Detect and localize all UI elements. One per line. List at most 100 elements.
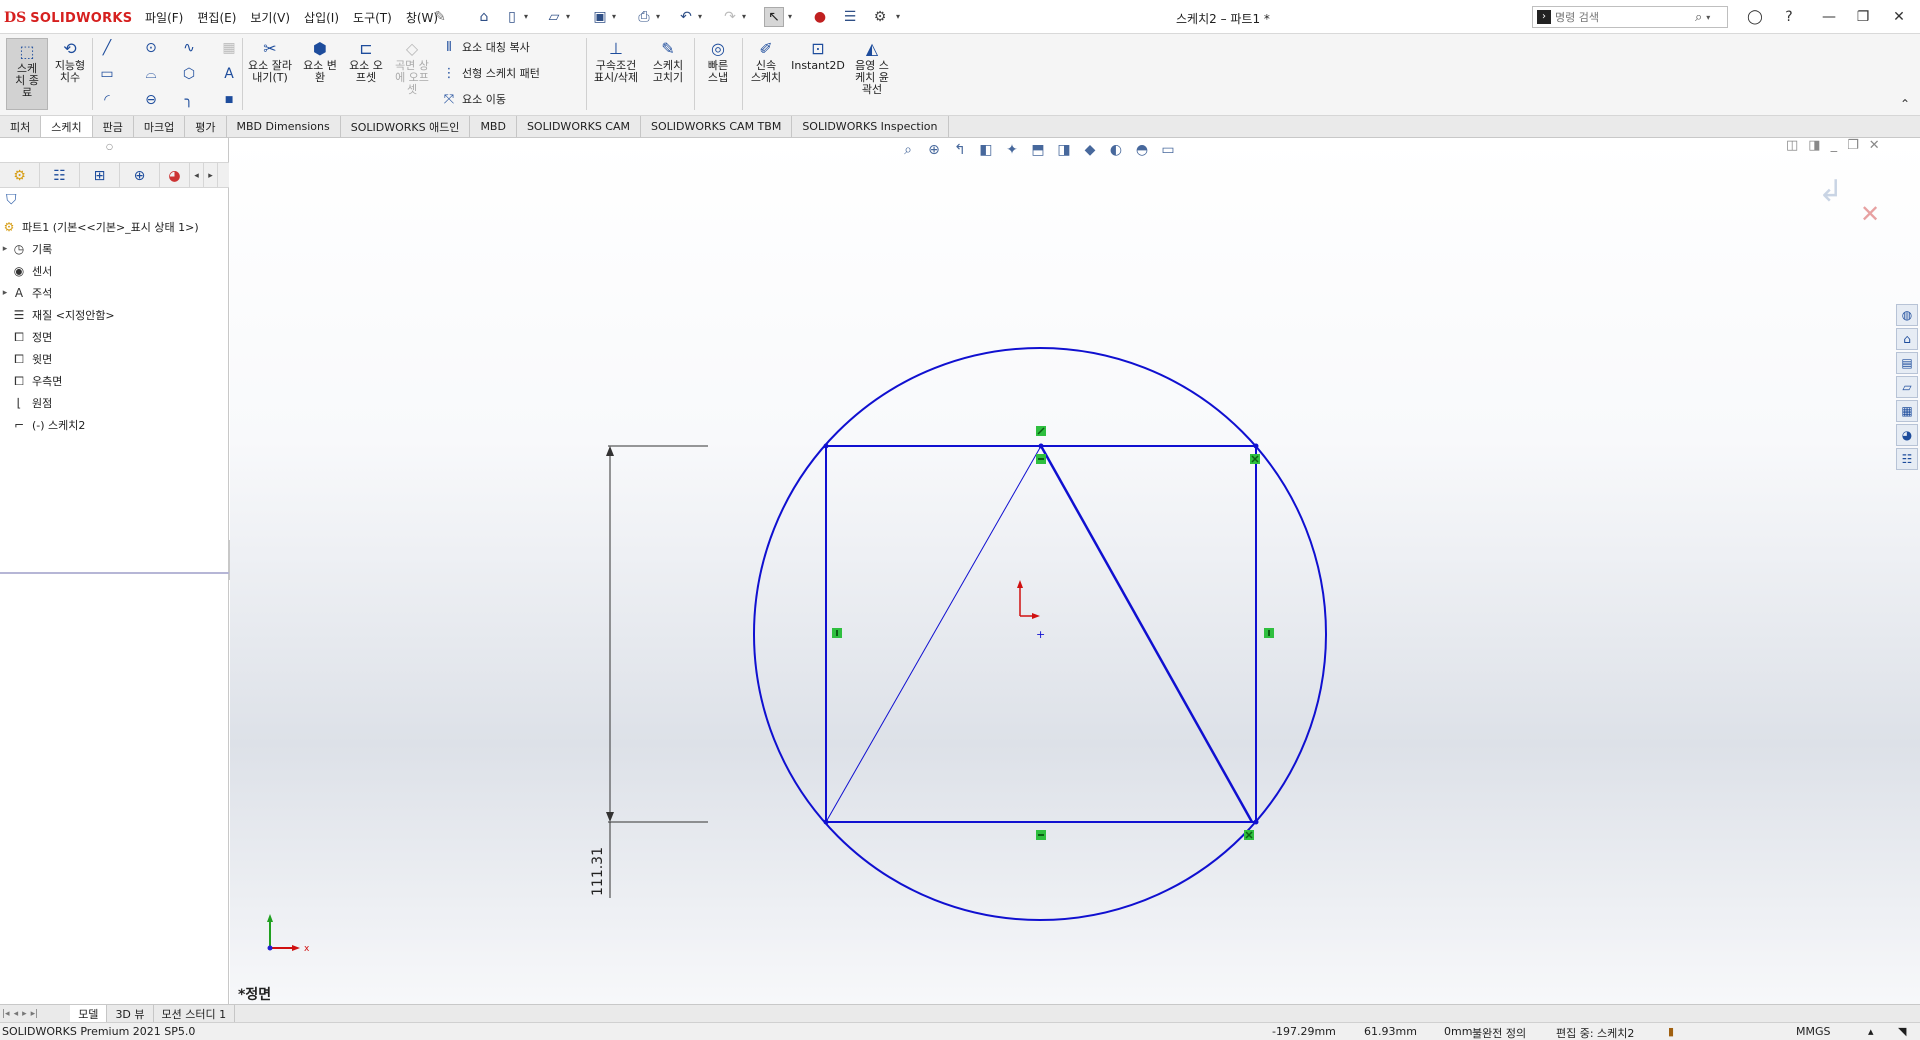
relation-coincident-right[interactable] bbox=[1250, 454, 1260, 464]
line-icon[interactable]: ╱ bbox=[96, 38, 118, 58]
next-tab-icon[interactable]: ▸ bbox=[20, 1009, 29, 1019]
search-dropdown-icon[interactable]: ▾ bbox=[1706, 13, 1710, 22]
unit-system[interactable]: MMGS bbox=[1796, 1025, 1831, 1038]
tab-evaluate[interactable]: 평가 bbox=[185, 116, 227, 137]
tile-left-icon[interactable]: ◫ bbox=[1786, 138, 1798, 153]
relation-vertical-right[interactable] bbox=[1264, 628, 1274, 638]
sketch-exit-button[interactable]: ⬚ 스케치 종료 bbox=[6, 38, 48, 110]
tree-item-material[interactable]: ☰ 재질 <지정안함> bbox=[0, 304, 229, 326]
confirm-exit-sketch-icon[interactable]: ↲ bbox=[1818, 174, 1843, 209]
tree-root-part[interactable]: ⚙ 파트1 (기본<<기본>_표시 상태 1>) bbox=[0, 216, 229, 238]
tree-item-annotations[interactable]: ▸ A 주석 bbox=[0, 282, 229, 304]
rebuild-icon[interactable]: ● bbox=[810, 7, 830, 27]
collapse-ribbon-icon[interactable]: ⌃ bbox=[1894, 94, 1916, 114]
shaded-sketch-contours-button[interactable]: ◭ 음영 스케치 윤곽선 bbox=[850, 38, 894, 96]
menu-file[interactable]: 파일(F) bbox=[138, 9, 190, 26]
tree-item-top-plane[interactable]: ⧠ 윗면 bbox=[0, 348, 229, 370]
restore-window-button[interactable]: ❐ bbox=[1852, 6, 1874, 28]
undo-dropdown-icon[interactable]: ▾ bbox=[698, 12, 706, 22]
viewport-close-icon[interactable]: ✕ bbox=[1869, 138, 1880, 153]
sketch-triangle-right-edge[interactable] bbox=[1039, 445, 1254, 823]
tree-item-history[interactable]: ▸ ◷ 기록 bbox=[0, 238, 229, 260]
edit-appearance-icon[interactable]: ◐ bbox=[1106, 142, 1126, 158]
relation-horizontal-bottom[interactable] bbox=[1036, 830, 1046, 840]
rebuild-status-icon[interactable]: ▮ bbox=[1668, 1025, 1674, 1038]
display-style-icon[interactable]: ◨ bbox=[1054, 142, 1074, 158]
feature-manager-tab-icon[interactable]: ⚙ bbox=[0, 163, 40, 188]
scenes-icon[interactable]: ◕ bbox=[1896, 424, 1918, 446]
configuration-manager-tab-icon[interactable]: ⊞ bbox=[80, 163, 120, 188]
tree-item-right-plane[interactable]: ⧠ 우측면 bbox=[0, 370, 229, 392]
dimension-value[interactable]: 111.31 bbox=[590, 847, 606, 896]
relation-vertical-left[interactable] bbox=[832, 628, 842, 638]
customize-status-icon[interactable]: ◥ bbox=[1898, 1025, 1906, 1038]
options-dropdown-icon[interactable]: ▾ bbox=[896, 12, 904, 22]
tab-sketch[interactable]: 스케치 bbox=[41, 116, 93, 137]
prev-tab-icon[interactable]: ◂ bbox=[12, 1009, 21, 1019]
point-icon[interactable]: ■ bbox=[218, 90, 240, 110]
relation-coincident-top[interactable] bbox=[1036, 426, 1046, 436]
tab-3d-view[interactable]: 3D 뷰 bbox=[107, 1005, 154, 1022]
apply-scene-icon[interactable]: ◓ bbox=[1132, 142, 1152, 158]
polygon-icon[interactable]: ⬡ bbox=[178, 64, 200, 84]
file-explorer-icon[interactable]: ▤ bbox=[1896, 352, 1918, 374]
convert-entities-button[interactable]: ⬢ 요소 변환 bbox=[300, 38, 340, 84]
zoom-to-area-icon[interactable]: ⊕ bbox=[924, 142, 944, 158]
view-palette-icon[interactable]: ▱ bbox=[1896, 376, 1918, 398]
instant2d-button[interactable]: ⊡ Instant2D bbox=[790, 38, 846, 72]
tab-sheet-metal[interactable]: 판금 bbox=[93, 116, 134, 137]
first-tab-icon[interactable]: |◂ bbox=[0, 1009, 12, 1019]
spline-icon[interactable]: ∿ bbox=[178, 38, 200, 58]
command-search[interactable]: › ⌕ ▾ bbox=[1532, 6, 1728, 28]
repair-sketch-button[interactable]: ✎ 스케치 고치기 bbox=[648, 38, 688, 84]
grid-icon[interactable]: ▦ bbox=[218, 38, 240, 58]
viewport-minimize-icon[interactable]: _ bbox=[1831, 138, 1838, 153]
quick-snaps-button[interactable]: ◎ 빠른 스냅 bbox=[698, 38, 738, 84]
sketch-point[interactable] bbox=[823, 443, 829, 449]
pin-icon[interactable]: ✎ bbox=[430, 7, 450, 27]
undo-icon[interactable]: ↶ bbox=[676, 7, 696, 27]
design-library-icon[interactable]: ⌂ bbox=[1896, 328, 1918, 350]
panel-scroll-right-icon[interactable]: ▸ bbox=[204, 163, 218, 188]
zoom-to-fit-icon[interactable]: ⌕ bbox=[898, 142, 918, 158]
view-orientation-icon[interactable]: ⬒ bbox=[1028, 142, 1048, 158]
open-dropdown-icon[interactable]: ▾ bbox=[566, 12, 574, 22]
home-icon[interactable]: ⌂ bbox=[474, 7, 494, 27]
dynamic-annotation-icon[interactable]: ✦ bbox=[1002, 142, 1022, 158]
open-folder-icon[interactable]: ▱ bbox=[544, 7, 564, 27]
sketch-point[interactable] bbox=[1253, 819, 1259, 825]
select-cursor-icon[interactable]: ↖ bbox=[764, 7, 784, 27]
tab-cam-tbm[interactable]: SOLIDWORKS CAM TBM bbox=[641, 116, 793, 137]
expand-icon[interactable]: ▸ bbox=[0, 244, 10, 254]
rollback-bar[interactable] bbox=[0, 572, 229, 574]
new-dropdown-icon[interactable]: ▾ bbox=[524, 12, 532, 22]
sketch-triangle-left-edge[interactable] bbox=[825, 445, 1042, 823]
tree-item-front-plane[interactable]: ⧠ 정면 bbox=[0, 326, 229, 348]
sketch-point[interactable] bbox=[823, 819, 829, 825]
tree-item-origin[interactable]: ⌊ 원점 bbox=[0, 392, 229, 414]
print-dropdown-icon[interactable]: ▾ bbox=[656, 12, 664, 22]
ellipse-icon[interactable]: ⊖ bbox=[140, 90, 162, 110]
rapid-sketch-button[interactable]: ✐ 신속 스케치 bbox=[746, 38, 786, 84]
viewport-restore-icon[interactable]: ❐ bbox=[1847, 138, 1859, 153]
custom-properties-icon[interactable]: ☷ bbox=[1896, 448, 1918, 470]
panel-grip-icon[interactable]: ○ bbox=[106, 142, 113, 151]
menu-edit[interactable]: 편집(E) bbox=[190, 9, 243, 26]
sketch-canvas[interactable]: 111.31 + x bbox=[230, 138, 1920, 1004]
tab-markup[interactable]: 마크업 bbox=[134, 116, 186, 137]
section-view-icon[interactable]: ◧ bbox=[976, 142, 996, 158]
search-icon[interactable]: ⌕ bbox=[1695, 10, 1702, 25]
property-manager-tab-icon[interactable]: ☷ bbox=[40, 163, 80, 188]
cancel-sketch-icon[interactable]: ✕ bbox=[1860, 200, 1880, 228]
menu-tools[interactable]: 도구(T) bbox=[346, 9, 399, 26]
save-icon[interactable]: ▣ bbox=[590, 7, 610, 27]
hide-show-items-icon[interactable]: ◆ bbox=[1080, 142, 1100, 158]
dimxpert-manager-tab-icon[interactable]: ⊕ bbox=[120, 163, 160, 188]
tab-motion-study[interactable]: 모션 스터디 1 bbox=[154, 1005, 236, 1022]
tab-cam[interactable]: SOLIDWORKS CAM bbox=[517, 116, 642, 137]
offset-on-surface-button[interactable]: ◇ 곡면 상에 오프셋 bbox=[392, 38, 432, 96]
tab-model[interactable]: 모델 bbox=[70, 1005, 108, 1022]
unit-dropdown-icon[interactable]: ▴ bbox=[1868, 1025, 1874, 1038]
sketch-point[interactable] bbox=[1038, 443, 1044, 449]
previous-view-icon[interactable]: ↰ bbox=[950, 142, 970, 158]
